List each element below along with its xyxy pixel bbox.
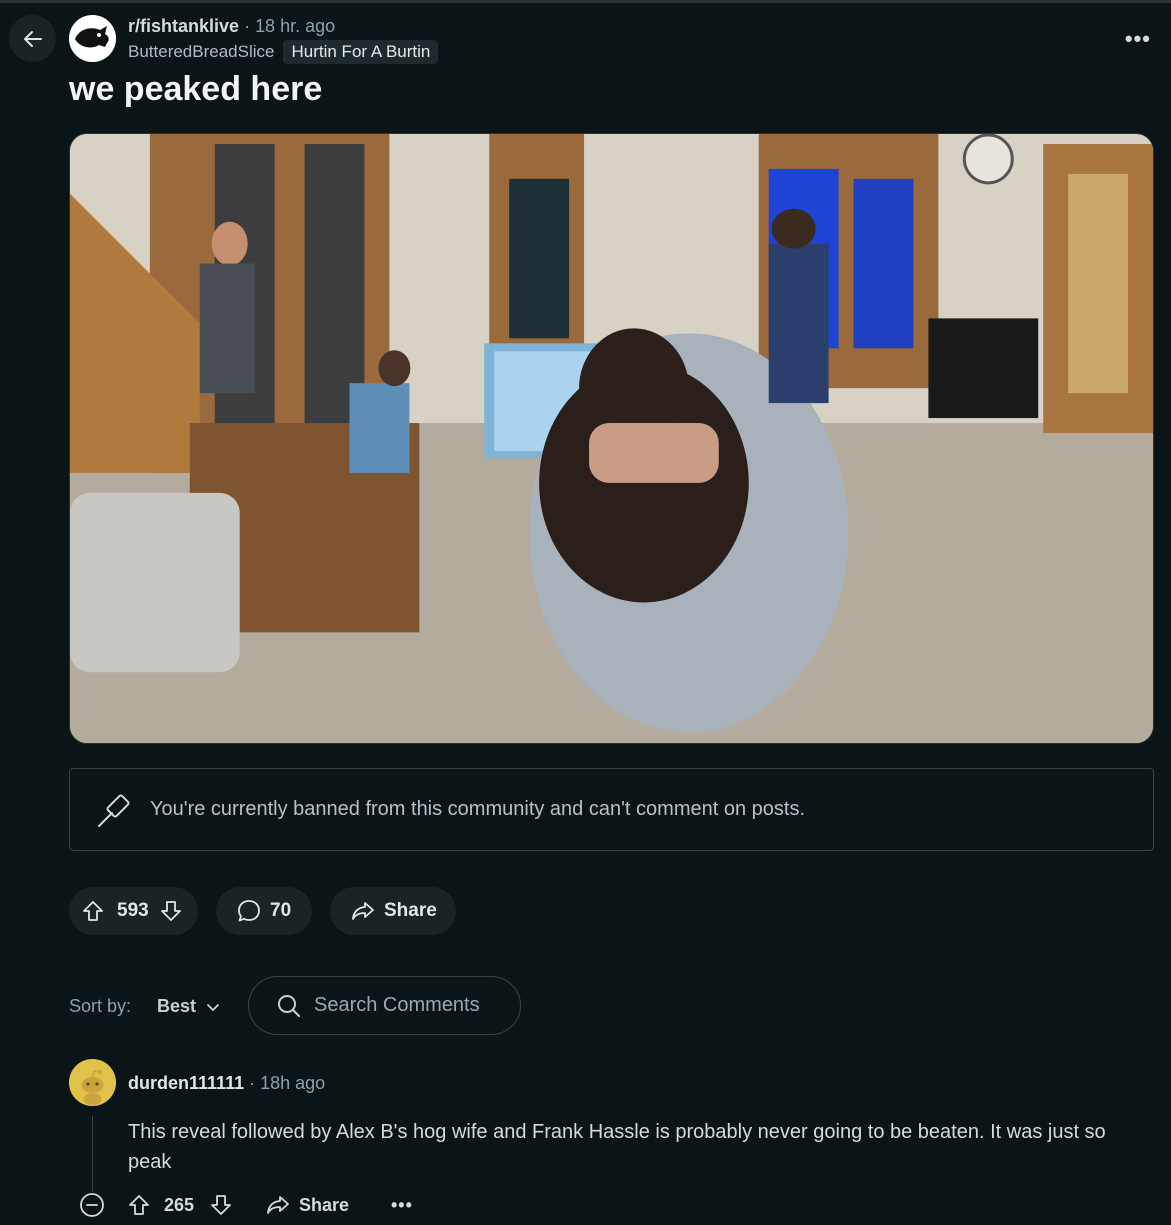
post-time: 18 hr. ago [255,16,336,36]
comment-actions: 265 Share ••• [79,1188,439,1222]
separator-dot: · [249,1073,256,1093]
user-flair: Hurtin For A Burtin [283,40,439,64]
comment-score: 265 [164,1194,195,1215]
arrow-left-icon [23,30,42,47]
comments-button[interactable]: 70 [216,887,312,935]
thread-line[interactable] [92,1116,93,1192]
comment-bubble-icon [236,898,262,924]
comment-body: This reveal followed by Alex B's hog wif… [128,1121,1106,1173]
search-icon [276,993,302,1019]
post-image[interactable] [69,133,1154,744]
post-author[interactable]: ButteredBreadSlice [128,42,274,62]
post-meta-line: r/fishtanklive · 18 hr. ago [128,16,335,37]
comment-upvote-icon[interactable] [127,1188,151,1222]
collapse-thread-button[interactable] [79,1188,105,1222]
share-button[interactable]: Share [330,887,456,935]
minus-circle-icon [80,1193,104,1217]
post-vote-control: 593 [69,887,198,935]
comment-time: 18h ago [260,1073,326,1093]
post-author-line: ButteredBreadSlice Hurtin For A Burtin [128,40,439,64]
comment-count: 70 [270,900,292,921]
subreddit-name[interactable]: r/fishtanklive [128,16,239,36]
post-score: 593 [117,900,149,921]
back-button[interactable] [9,15,56,62]
commenter-avatar[interactable] [69,1059,116,1106]
comment-author[interactable]: durden111111 [128,1073,244,1093]
comment-downvote-icon[interactable] [209,1188,233,1222]
post-more-button[interactable]: ••• [1125,26,1151,52]
comment-meta-line: durden111111 · 18h ago [128,1073,325,1094]
share-label: Share [384,900,437,921]
banned-notice: You're currently banned from this commun… [69,768,1154,851]
comment-more-button[interactable]: ••• [391,1188,413,1222]
comment-share-button[interactable]: Share [265,1188,349,1222]
snoo-avatar-icon [69,1059,116,1106]
comment-share-label: Share [299,1194,350,1215]
subreddit-avatar[interactable] [69,15,116,62]
separator-dot: · [244,16,251,36]
share-arrow-icon [267,1196,289,1214]
share-arrow-icon [350,898,376,924]
chevron-down-icon [206,1000,220,1014]
post-title: we peaked here [69,70,323,108]
downvote-icon[interactable] [159,899,183,923]
gavel-icon [94,790,134,830]
banned-notice-text: You're currently banned from this commun… [150,798,805,820]
sort-dropdown[interactable]: Best [157,996,220,1017]
top-divider [0,0,1171,3]
fish-logo-icon [69,15,116,62]
search-comments-input[interactable] [314,994,514,1017]
sort-label: Sort by: [69,996,132,1016]
post-image-scene [70,134,1153,743]
sort-value: Best [157,996,197,1016]
search-comments-box[interactable] [248,976,521,1035]
upvote-icon[interactable] [81,899,105,923]
